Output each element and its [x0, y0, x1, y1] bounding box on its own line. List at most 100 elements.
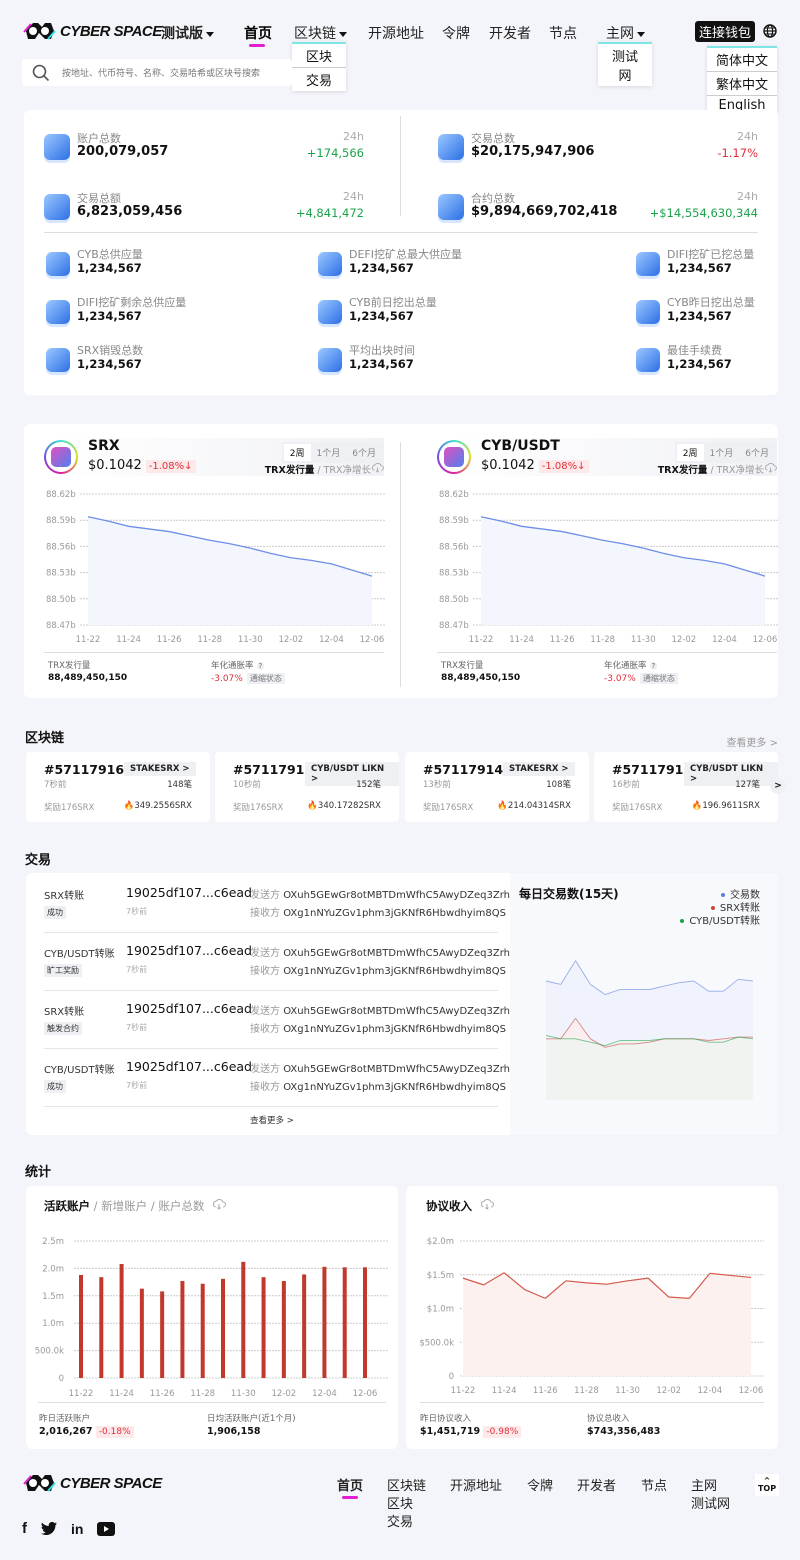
brand-logo[interactable]: CYBER SPACE [22, 20, 162, 42]
block-number[interactable]: #57117914 [423, 762, 503, 777]
blocks-view-more-link[interactable]: 查看更多 > [726, 734, 778, 749]
nav-developers[interactable]: 开发者 [489, 23, 531, 43]
caret-down-icon [206, 31, 214, 37]
transaction-row[interactable]: CYB/USDT转账 成功 19025df107...c6ead 7秒前 发送方 OXu… [44, 1049, 510, 1107]
block-tag[interactable]: CYB/USDT LIKN > [684, 762, 778, 786]
back-to-top-button[interactable]: ^ TOP [755, 1474, 779, 1496]
legend-item[interactable]: CYB/USDT转账 [680, 912, 760, 927]
next-arrow-button[interactable]: > [770, 778, 786, 794]
footer-nav-mainnet[interactable]: 主网 [691, 1475, 717, 1494]
footer-nav-blocks[interactable]: 区块 [387, 1493, 413, 1512]
coin-stack-icon [44, 194, 70, 220]
y-tick-label: 88.50b [439, 595, 469, 605]
nav-open-source[interactable]: 开源地址 [368, 23, 424, 43]
x-tick-label: 11-26 [157, 635, 182, 645]
lang-simplified-chinese[interactable]: 简体中文 [707, 48, 777, 72]
facebook-icon[interactable]: f [22, 1520, 27, 1537]
block-tag[interactable]: CYB/USDT LIKN > [305, 762, 399, 786]
cloud-download-icon[interactable] [371, 463, 384, 476]
footer-nav-nodes[interactable]: 节点 [641, 1475, 667, 1494]
tx-hash-link[interactable]: 19025df107...c6ead [126, 943, 252, 958]
fire-icon: 🔥 [691, 801, 703, 811]
period-tabs: 2周 1个月 6个月 [674, 442, 777, 463]
footer-brand-logo[interactable]: CYBER SPACE [22, 1472, 162, 1494]
x-tick-label: 12-06 [360, 635, 385, 645]
footer-nav-home[interactable]: 首页 [337, 1475, 363, 1494]
x-tick-label: 12-02 [656, 1386, 681, 1396]
x-tick-label: 11-24 [492, 1386, 517, 1396]
footer-nav-testnet[interactable]: 测试网 [691, 1493, 730, 1512]
footer-nav-tokens[interactable]: 令牌 [527, 1475, 553, 1494]
transaction-row[interactable]: SRX转账 成功 19025df107...c6ead 7秒前 发送方 OXuh5GEw… [44, 875, 510, 933]
receiver-address-link[interactable]: OXg1nNYuZGv1phm3jGKNfR6Hbwdhyim8QS [283, 1024, 506, 1035]
daily-tx-chart [545, 960, 754, 1100]
youtube-icon[interactable] [97, 1521, 116, 1536]
metric-netgrowth-tab[interactable]: TRX净增长 [324, 465, 371, 476]
period-tab[interactable]: 1个月 [311, 444, 347, 461]
block-card[interactable]: #57117916 STAKESRX > 7秒前 148笔 奖励176SRX 🔥349.2… [26, 752, 210, 822]
twitter-icon[interactable] [41, 1522, 57, 1535]
sender-address-link[interactable]: OXuh5GEwGr8otMBTDmWfhC5AwyDZeq3Zrh [283, 1064, 510, 1075]
block-tag[interactable]: STAKESRX > [124, 762, 196, 776]
block-card[interactable]: #57117913 CYB/USDT LIKN > 16秒前 127笔 奖励176SRX… [594, 752, 778, 822]
version-select[interactable]: 测试版 [161, 23, 214, 43]
help-icon[interactable]: ? [256, 662, 265, 670]
search-input[interactable]: 按地址、代币符号、名称、交易哈希或区块号搜索 [22, 59, 292, 86]
footer-nav-developers[interactable]: 开发者 [577, 1475, 616, 1494]
nav-blockchain[interactable]: 区块链 [294, 23, 347, 43]
footer-nav-blockchain[interactable]: 区块链 [387, 1475, 426, 1494]
block-tag[interactable]: STAKESRX > [503, 762, 575, 776]
y-tick-label: $1.5m [427, 1271, 454, 1281]
nav-home[interactable]: 首页 [244, 23, 272, 43]
tx-hash-link[interactable]: 19025df107...c6ead [126, 1059, 252, 1074]
period-tab[interactable]: 2周 [283, 444, 311, 461]
tab-total-accounts[interactable]: 账户总数 [158, 1199, 204, 1213]
sender-address-link[interactable]: OXuh5GEwGr8otMBTDmWfhC5AwyDZeq3Zrh [283, 890, 510, 901]
footer-nav-open-source[interactable]: 开源地址 [450, 1475, 502, 1494]
menu-item-blocks[interactable]: 区块 [292, 44, 346, 68]
globe-icon[interactable] [763, 24, 777, 38]
tab-new-accounts[interactable]: 新增账户 [101, 1199, 147, 1213]
period-tab[interactable]: 2周 [676, 444, 704, 461]
cloud-download-icon[interactable] [212, 1199, 227, 1210]
connect-wallet-button[interactable]: 连接钱包 [695, 21, 756, 42]
bank-icon [44, 134, 70, 160]
tab-active-accounts[interactable]: 活跃账户 [44, 1199, 90, 1213]
menu-item-testnet[interactable]: 测试网 [598, 44, 652, 86]
metric-supply-tab[interactable]: TRX发行量 [265, 465, 315, 476]
receiver-address-link[interactable]: OXg1nNYuZGv1phm3jGKNfR6Hbwdhyim8QS [283, 908, 506, 919]
sender-address-link[interactable]: OXuh5GEwGr8otMBTDmWfhC5AwyDZeq3Zrh [283, 1006, 510, 1017]
block-number[interactable]: #57117913 [612, 762, 692, 777]
x-tick-label: 11-26 [150, 1389, 175, 1399]
period-tab[interactable]: 6个月 [739, 444, 775, 461]
nav-tokens[interactable]: 令牌 [442, 23, 470, 43]
help-icon[interactable]: ? [649, 662, 658, 670]
transactions-view-more-link[interactable]: 查看更多 > [250, 1114, 294, 1126]
metric-netgrowth-tab[interactable]: TRX净增长 [717, 465, 764, 476]
sender-address-link[interactable]: OXuh5GEwGr8otMBTDmWfhC5AwyDZeq3Zrh [283, 948, 510, 959]
grid-stat-value: 1,234,567 [349, 309, 414, 323]
cloud-download-icon[interactable] [764, 463, 777, 476]
receiver-address-link[interactable]: OXg1nNYuZGv1phm3jGKNfR6Hbwdhyim8QS [283, 1082, 506, 1093]
transaction-row[interactable]: CYB/USDT转账 旷工奖励 19025df107...c6ead 7秒前 发送方 O… [44, 933, 510, 991]
tx-hash-link[interactable]: 19025df107...c6ead [126, 885, 252, 900]
block-card[interactable]: #57117915 CYB/USDT LIKN > 10秒前 152笔 奖励176SRX… [215, 752, 399, 822]
nav-nodes[interactable]: 节点 [549, 23, 577, 43]
cloud-download-icon[interactable] [480, 1199, 494, 1210]
linkedin-icon[interactable]: in [71, 1521, 83, 1537]
tx-hash-link[interactable]: 19025df107...c6ead [126, 1001, 252, 1016]
footer-nav-transactions[interactable]: 交易 [387, 1511, 413, 1530]
block-number[interactable]: #57117916 [44, 762, 124, 777]
block-card[interactable]: #57117914 STAKESRX > 13秒前 108笔 奖励176SRX 🔥214.… [405, 752, 589, 822]
receiver-address-link[interactable]: OXg1nNYuZGv1phm3jGKNfR6Hbwdhyim8QS [283, 966, 506, 977]
metric-supply-tab[interactable]: TRX发行量 [658, 465, 708, 476]
divider [420, 1402, 764, 1403]
menu-item-transactions[interactable]: 交易 [292, 68, 346, 91]
period-tab[interactable]: 6个月 [346, 444, 382, 461]
transaction-row[interactable]: SRX转账 触发合约 19025df107...c6ead 7秒前 发送方 OXuh5G… [44, 991, 510, 1049]
nav-mainnet[interactable]: 主网 [606, 23, 645, 43]
lang-traditional-chinese[interactable]: 繁体中文 [707, 72, 777, 96]
period-tab[interactable]: 1个月 [704, 444, 740, 461]
supply-line-chart: 88.47b 88.50b 88.53b 88.56b 88.59b 88.62b 11-2… [439, 490, 779, 645]
block-number[interactable]: #57117915 [233, 762, 313, 777]
